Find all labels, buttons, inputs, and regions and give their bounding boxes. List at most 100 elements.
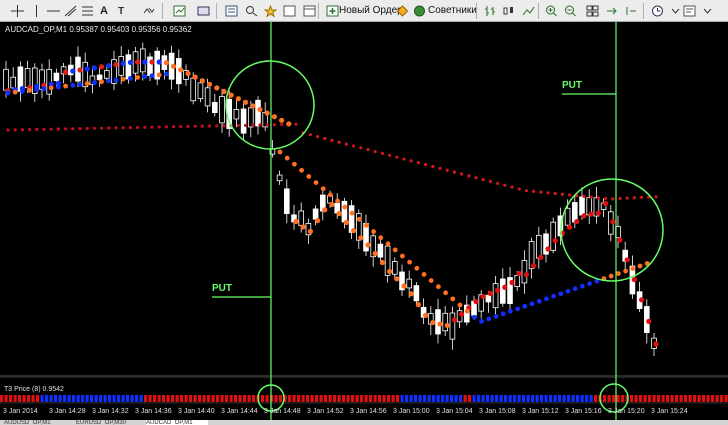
- indicator-dot: [509, 279, 515, 286]
- market-watch-icon[interactable]: [222, 3, 240, 19]
- candle-body: [377, 243, 384, 258]
- indicator-dot: [502, 284, 508, 290]
- indicator-dot: [56, 127, 61, 131]
- zoom-in-icon[interactable]: [542, 3, 560, 19]
- chart-window[interactable]: AUDCAD_OP,M1 0.95387 0.95403 0.95356 0.9…: [0, 22, 728, 425]
- histogram-bar: [364, 395, 368, 402]
- histogram-bar: [589, 395, 593, 402]
- indicator-dot: [582, 194, 586, 198]
- vertical-line-icon[interactable]: [27, 3, 45, 19]
- histogram-bar: [441, 395, 445, 402]
- fibonacci-icon[interactable]: [78, 3, 96, 19]
- histogram-bar: [121, 395, 125, 402]
- indicators-icon[interactable]: [698, 3, 716, 19]
- candle-body: [579, 196, 585, 216]
- histogram-bar: [9, 395, 13, 402]
- histogram-bar: [81, 395, 85, 402]
- indicator-label: T3 Price (8) 0.9542: [4, 386, 64, 393]
- crosshair-icon[interactable]: [8, 3, 26, 19]
- navigator-icon[interactable]: [261, 3, 279, 19]
- indicator-dot: [545, 246, 551, 252]
- histogram-bar: [603, 395, 607, 402]
- advisors-button[interactable]: Советники: [428, 4, 477, 18]
- text-icon[interactable]: A: [95, 3, 113, 19]
- chart-tab[interactable]: AUDUSD_OP,M1: [4, 420, 64, 425]
- histogram-bar: [693, 395, 697, 402]
- arrows-icon[interactable]: [139, 3, 157, 19]
- zoom-window-icon[interactable]: [300, 3, 318, 19]
- time-tick: 3 Jan 2014: [3, 408, 38, 415]
- indicator-dot: [313, 180, 319, 186]
- histogram-bar: [481, 395, 485, 402]
- histogram-bar: [319, 395, 323, 402]
- candlestick-icon[interactable]: [499, 3, 517, 19]
- histogram-bar: [567, 395, 571, 402]
- histogram-bar: [697, 395, 701, 402]
- terminal-icon[interactable]: [280, 3, 298, 19]
- periods-icon[interactable]: [648, 3, 666, 19]
- candle-body: [96, 74, 103, 81]
- indicator-dot: [200, 124, 204, 128]
- histogram-bar: [639, 395, 643, 402]
- indicator-dot: [244, 123, 248, 127]
- histogram-bar: [198, 395, 202, 402]
- indicator-dot: [84, 66, 90, 72]
- new-chart-icon[interactable]: [170, 3, 188, 19]
- candle-body: [312, 208, 319, 220]
- tile-icon[interactable]: [583, 3, 601, 19]
- candle-body: [197, 82, 204, 100]
- indicator-dot: [328, 192, 333, 198]
- autoscroll-icon[interactable]: [602, 3, 620, 19]
- histogram-bar: [112, 395, 116, 402]
- chart-tab-active[interactable]: AUDCAD_OP,M1: [146, 420, 208, 425]
- indicator-dot: [567, 224, 573, 230]
- histogram-bar: [135, 395, 139, 402]
- indicator-dot: [343, 219, 349, 226]
- indicator-dot: [624, 257, 630, 263]
- histogram-bar: [337, 395, 341, 402]
- trendline-icon[interactable]: [61, 3, 79, 19]
- indicator-dot: [306, 174, 312, 179]
- histogram-bar: [58, 395, 62, 402]
- indicator-dot: [451, 317, 457, 323]
- histogram-bar: [549, 395, 553, 402]
- price-chart[interactable]: [0, 22, 728, 425]
- indicator-dot: [113, 62, 119, 68]
- histogram-bar: [670, 395, 674, 402]
- autotrading-icon[interactable]: [393, 3, 411, 19]
- data-window-icon[interactable]: [242, 3, 260, 19]
- bar-chart-icon[interactable]: [481, 3, 499, 19]
- indicator-dot: [610, 219, 616, 225]
- label-icon[interactable]: T: [112, 3, 130, 19]
- histogram-bar: [643, 395, 647, 402]
- indicator-dot: [473, 298, 479, 305]
- indicator-dot: [414, 265, 420, 271]
- indicator-dot: [179, 124, 183, 129]
- candle-body: [341, 200, 348, 223]
- time-tick: 3 Jan 14:56: [350, 408, 387, 415]
- zoom-out-icon[interactable]: [561, 3, 579, 19]
- candle-body: [255, 99, 261, 127]
- indicator-dot: [322, 207, 328, 213]
- templates-icon[interactable]: [680, 3, 698, 19]
- candle-body: [219, 96, 225, 124]
- indicator-dot: [279, 117, 285, 123]
- indicator-dot: [388, 153, 392, 157]
- profiles-icon[interactable]: [194, 3, 212, 19]
- indicator-dot: [407, 259, 412, 265]
- indicator-dot: [207, 81, 213, 87]
- line-chart-icon[interactable]: [519, 3, 537, 19]
- histogram-bar: [517, 395, 521, 402]
- indicator-dot: [56, 84, 61, 90]
- histogram-bar: [211, 395, 215, 402]
- candle-body: [492, 283, 499, 309]
- horizontal-line-icon[interactable]: [44, 3, 62, 19]
- histogram-bar: [450, 395, 454, 402]
- histogram-bar: [679, 395, 683, 402]
- candle-body: [499, 278, 506, 304]
- advisors-icon[interactable]: [410, 3, 428, 19]
- chart-tab[interactable]: EURUSD_OP,M30: [76, 420, 142, 425]
- chart-shift-icon[interactable]: [622, 3, 640, 19]
- candle-body: [104, 70, 110, 79]
- candle-body: [564, 207, 571, 226]
